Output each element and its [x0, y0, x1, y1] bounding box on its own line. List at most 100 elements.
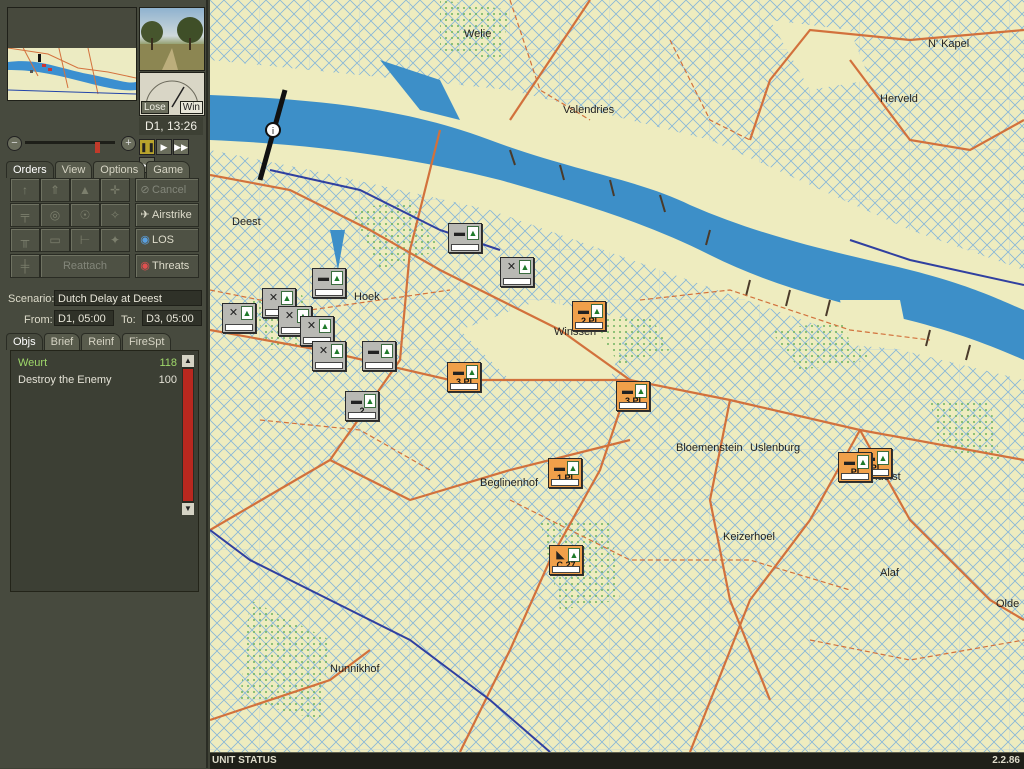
unit-counter[interactable]: ✕▲	[312, 341, 346, 371]
strength-bar	[503, 278, 531, 285]
bridge-button[interactable]: ⊢	[70, 228, 100, 252]
strength-bar	[841, 473, 869, 480]
rally-button[interactable]: ☉	[70, 203, 100, 227]
unit-counter[interactable]: ◣ ▲ C.27	[549, 545, 583, 575]
unit-counter[interactable]: ▬ ▲	[312, 268, 346, 298]
svg-text:i: i	[272, 127, 275, 137]
direct-fire-button[interactable]: ✧	[100, 203, 130, 227]
truck-icon: ▬	[318, 272, 329, 284]
place-label: Bloemenstein	[676, 442, 743, 454]
tab-objs[interactable]: Objs	[6, 333, 43, 350]
halftrack-icon: ▬	[368, 345, 379, 357]
from-time: D1, 05:00	[54, 310, 114, 326]
tab-view[interactable]: View	[54, 161, 93, 178]
zoom-control: − +	[7, 136, 136, 153]
cancel-button[interactable]: ⊘ Cancel	[135, 178, 199, 202]
tab-game[interactable]: Game	[146, 161, 191, 178]
target-button[interactable]: ✛	[100, 178, 130, 202]
bottom-tab-bar: Objs Brief Reinf FireSpt	[6, 333, 172, 350]
strength-bar	[575, 322, 603, 329]
objective-points: 100	[158, 374, 177, 386]
unit-counter[interactable]: ▬ ▲ 1.Pl	[548, 458, 582, 488]
terrain-photo	[139, 7, 205, 71]
place-label: Hoek	[354, 291, 380, 303]
pause-button[interactable]: ❚❚	[139, 139, 155, 155]
threat-eye-icon: ◉	[140, 260, 150, 272]
truck-icon: ▬	[454, 227, 465, 239]
tab-firespt[interactable]: FireSpt	[121, 333, 172, 350]
unit-counter[interactable]: ▬ ▲ 3.Pl	[616, 381, 650, 411]
reattach-button[interactable]: Reattach	[40, 254, 130, 278]
infantry-icon: ✕	[268, 292, 279, 304]
fast-move-button[interactable]: ⇑	[40, 178, 70, 202]
airstrike-icon: ✈	[140, 209, 150, 221]
unit-counter[interactable]: ▬ ▲ 2	[345, 391, 379, 421]
trees-image	[140, 17, 204, 70]
zoom-in-button[interactable]: +	[121, 136, 136, 151]
scenario-label: Scenario:	[8, 293, 55, 305]
top-tab-bar: Orders View Options Game	[6, 161, 191, 178]
assault-button[interactable]: ▲	[70, 178, 100, 202]
unit-counter[interactable]: ▬ ▲	[362, 341, 396, 371]
infantry-icon: ✕	[306, 320, 317, 332]
cancel-label: Cancel	[152, 184, 187, 196]
up-arrow-icon: ▲	[319, 319, 331, 333]
hold-button[interactable]: ╥	[10, 228, 40, 252]
strength-bar	[450, 383, 478, 390]
scroll-up-icon[interactable]: ▲	[182, 355, 194, 367]
tab-orders[interactable]: Orders	[6, 161, 54, 178]
scroll-thumb[interactable]	[183, 369, 193, 501]
tactical-map[interactable]: i Welie N' Kapel Valendries Herveld Dees…	[210, 0, 1024, 752]
tab-options[interactable]: Options	[93, 161, 146, 178]
place-label: Welie	[464, 28, 492, 40]
status-bar: UNIT STATUS 2.2.86	[210, 752, 1024, 769]
zoom-slider-knob[interactable]	[95, 142, 100, 153]
objectives-list: Weurt 118 Destroy the Enemy 100 ▲ ▼	[10, 350, 199, 592]
objectives-scrollbar[interactable]: ▲ ▼	[182, 355, 194, 515]
dig-in-button[interactable]: ◎	[40, 203, 70, 227]
map-terrain: i	[210, 0, 1024, 752]
threats-button[interactable]: ◉ Threats	[135, 254, 199, 278]
unit-counter[interactable]: ✕▲	[500, 257, 534, 287]
strength-bar	[315, 362, 343, 369]
reattach-label: Reattach	[62, 260, 108, 272]
defend-button[interactable]: ╤	[10, 203, 40, 227]
cancel-icon: ⊘	[140, 184, 150, 196]
place-label: Valendries	[563, 104, 615, 116]
from-label: From:	[24, 314, 53, 326]
objective-name[interactable]: Weurt	[18, 357, 47, 369]
unit-counter[interactable]: ▬ ▲ 2.Pl	[572, 301, 606, 331]
zoom-out-button[interactable]: −	[7, 136, 22, 151]
airstrike-label: Airstrike	[152, 209, 192, 221]
up-arrow-icon: ▲	[467, 226, 479, 240]
threats-label: Threats	[152, 260, 190, 272]
scenario-name: Dutch Delay at Deest	[54, 290, 202, 306]
version-label: 2.2.86	[992, 755, 1020, 766]
scroll-down-icon[interactable]: ▼	[182, 503, 194, 515]
strength-bar	[551, 479, 579, 486]
airstrike-button[interactable]: ✈ Airstrike	[135, 203, 199, 227]
up-arrow-icon: ▲	[381, 344, 393, 358]
zoom-slider-track[interactable]	[25, 141, 115, 153]
move-order-button[interactable]: ↑	[10, 178, 40, 202]
minimap[interactable]	[7, 7, 137, 101]
to-label: To:	[121, 314, 136, 326]
unit-counter[interactable]: ▬ ▲	[448, 223, 482, 253]
tab-brief[interactable]: Brief	[43, 333, 81, 350]
play-button[interactable]: ▶	[156, 139, 172, 155]
unit-counter[interactable]: ✕▲	[222, 303, 256, 333]
detach-button[interactable]: ╪	[10, 254, 40, 278]
unit-counter[interactable]: ▬▲ Pl	[838, 452, 872, 482]
up-arrow-icon: ▲	[331, 271, 343, 285]
strength-bar	[365, 362, 393, 369]
los-label: LOS	[152, 234, 175, 246]
infantry-icon: ✕	[284, 310, 295, 322]
unit-counter[interactable]: ▬ ▲ 3.Pl	[447, 362, 481, 392]
los-button[interactable]: ◉ LOS	[135, 228, 199, 252]
objective-name[interactable]: Destroy the Enemy	[18, 374, 112, 386]
to-time: D3, 05:00	[142, 310, 202, 326]
indirect-fire-button[interactable]: ✦	[100, 228, 130, 252]
tab-reinf[interactable]: Reinf	[81, 333, 121, 350]
embark-button[interactable]: ▭	[40, 228, 70, 252]
fast-forward-button[interactable]: ▶▶	[173, 139, 189, 155]
